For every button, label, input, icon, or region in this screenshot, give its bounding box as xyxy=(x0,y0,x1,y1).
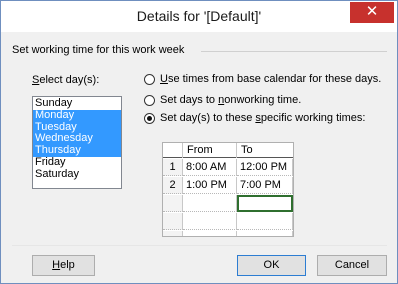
option-base-calendar-label: Use times from base calendar for these d… xyxy=(160,73,382,85)
option-base-calendar[interactable]: Use times from base calendar for these d… xyxy=(144,73,381,85)
header-to: To xyxy=(241,144,253,156)
active-to-cell[interactable] xyxy=(237,195,293,212)
title-bar: Details for '[Default]' ✕ xyxy=(1,1,397,32)
header-from: From xyxy=(183,143,237,158)
table-row xyxy=(163,231,293,236)
row-number[interactable]: 2 xyxy=(163,177,183,194)
table-row xyxy=(163,195,293,212)
option-nonworking[interactable]: Set days to nonworking time. xyxy=(144,94,301,106)
ok-button[interactable]: OK xyxy=(237,255,306,276)
close-icon[interactable]: ✕ xyxy=(350,2,394,23)
radio-base-calendar[interactable] xyxy=(144,73,155,85)
day-item-saturday[interactable]: Saturday xyxy=(33,168,121,181)
option-specific[interactable]: Set day(s) to these specific working tim… xyxy=(144,112,365,124)
radio-specific[interactable] xyxy=(144,112,155,124)
to-cell[interactable]: 7:00 PM xyxy=(237,177,293,194)
grid-corner xyxy=(163,143,183,158)
cancel-button[interactable]: Cancel xyxy=(317,255,387,276)
from-cell[interactable] xyxy=(183,195,237,212)
row-number[interactable] xyxy=(163,195,183,212)
row-number[interactable]: 1 xyxy=(163,159,183,176)
from-cell[interactable]: 8:00 AM xyxy=(183,159,237,176)
radio-nonworking[interactable] xyxy=(144,94,155,106)
table-row: 1 8:00 AM 12:00 PM xyxy=(163,159,293,176)
day-item-monday[interactable]: Monday xyxy=(33,109,121,122)
option-specific-label: Set day(s) to these specific working tim… xyxy=(160,112,366,124)
days-listbox[interactable]: Sunday Monday Tuesday Wednesday Thursday… xyxy=(32,96,122,189)
row-number[interactable] xyxy=(163,213,183,230)
group-divider xyxy=(201,51,387,52)
details-dialog: Details for '[Default]' ✕ Set working ti… xyxy=(0,0,398,284)
select-days-label: Select day(s): xyxy=(32,74,100,86)
dialog-title: Details for '[Default]' xyxy=(136,8,262,24)
table-row xyxy=(163,213,293,230)
from-cell[interactable]: 1:00 PM xyxy=(183,177,237,194)
day-item-friday[interactable]: Friday xyxy=(33,156,121,169)
to-cell[interactable]: 12:00 PM xyxy=(237,159,293,176)
footer-divider xyxy=(12,245,387,246)
grid-header: From To xyxy=(163,143,293,158)
to-cell[interactable] xyxy=(237,231,293,236)
to-cell[interactable] xyxy=(237,213,293,230)
working-times-grid[interactable]: From To 1 8:00 AM 12:00 PM 2 1:00 PM 7:0… xyxy=(162,142,294,237)
option-nonworking-label: Set days to nonworking time. xyxy=(160,94,302,106)
row-number[interactable] xyxy=(163,231,183,236)
help-button[interactable]: Help xyxy=(32,255,95,276)
table-row: 2 1:00 PM 7:00 PM xyxy=(163,177,293,194)
from-cell[interactable] xyxy=(183,213,237,230)
working-time-group-header: Set working time for this work week xyxy=(12,44,185,56)
from-cell[interactable] xyxy=(183,231,237,236)
